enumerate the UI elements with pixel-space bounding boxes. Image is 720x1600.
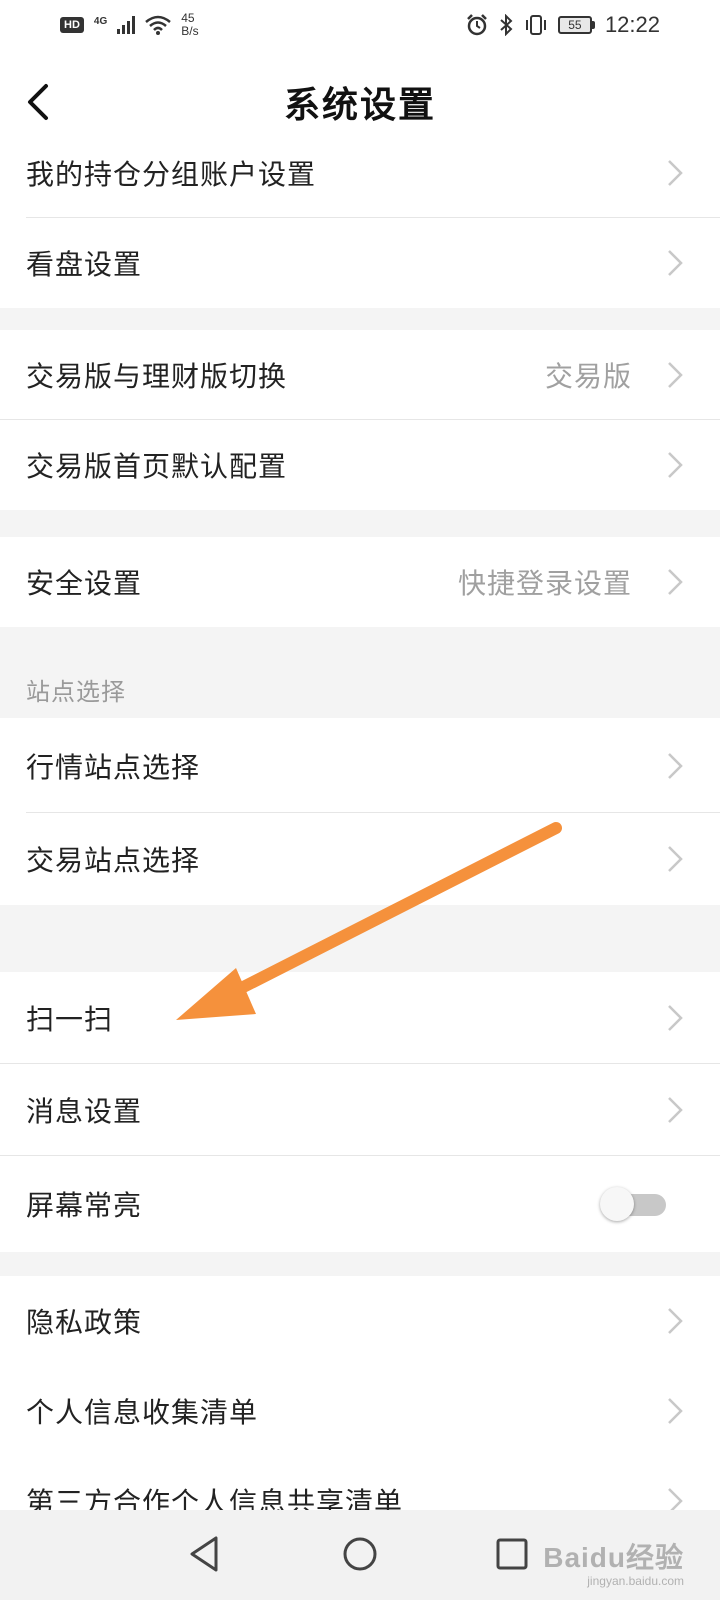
settings-row-keep-screen-on: 屏幕常亮 — [0, 1156, 720, 1252]
chevron-right-icon — [668, 1005, 683, 1031]
watermark-url: jingyan.baidu.com — [587, 1574, 684, 1588]
chevron-right-icon — [668, 752, 683, 779]
network-speed: 45 B/s — [181, 12, 198, 38]
row-value: 快捷登录设置 — [457, 567, 632, 600]
row-label: 个人信息收集清单 — [26, 1396, 259, 1429]
keep-screen-on-toggle[interactable] — [600, 1187, 666, 1221]
row-label: 行情站点选择 — [26, 750, 201, 784]
chevron-right-icon — [668, 362, 683, 388]
row-label: 交易版与理财版切换 — [26, 360, 288, 393]
network-type: 4G — [93, 15, 108, 27]
system-navigation-bar: Baidu经验 jingyan.baidu.com — [0, 1510, 720, 1600]
row-label: 隐私政策 — [26, 1306, 143, 1339]
section-site: 行情站点选择 交易站点选择 — [0, 718, 720, 905]
chevron-right-icon — [668, 846, 683, 872]
chevron-right-icon — [668, 1308, 683, 1334]
row-label: 扫一扫 — [26, 1003, 114, 1036]
status-right: 55 12:22 — [466, 12, 660, 38]
clock: 12:22 — [604, 12, 660, 37]
row-label: 屏幕常亮 — [26, 1189, 143, 1222]
settings-row-privacy-policy[interactable]: 隐私政策 — [0, 1276, 720, 1366]
settings-row-info-collection[interactable]: 个人信息收集清单 — [0, 1366, 720, 1456]
baidu-watermark: Baidu经验 jingyan.baidu.com — [543, 1536, 684, 1588]
chevron-right-icon — [668, 1097, 683, 1123]
settings-row-security[interactable]: 安全设置 快捷登录设置 — [0, 537, 720, 627]
back-triangle-icon[interactable] — [184, 1532, 228, 1576]
section-misc: 扫一扫 消息设置 屏幕常亮 — [0, 972, 720, 1252]
section-header-label: 站点选择 — [26, 678, 126, 706]
chevron-right-icon — [668, 250, 683, 276]
page-title: 系统设置 — [283, 84, 436, 126]
row-label: 交易站点选择 — [26, 844, 201, 877]
settings-row-holdings-group[interactable]: 我的持仓分组账户设置 — [0, 128, 720, 218]
row-label: 消息设置 — [26, 1095, 143, 1128]
status-bar: HD 4G 45 B/s 55 12:22 — [0, 0, 720, 50]
row-label: 我的持仓分组账户设置 — [26, 158, 317, 191]
battery-level: 55 — [557, 16, 592, 34]
settings-row-quote-site[interactable]: 行情站点选择 — [0, 718, 720, 813]
section-trade: 交易版与理财版切换 交易版 交易版首页默认配置 — [0, 330, 720, 510]
chevron-right-icon — [668, 160, 683, 186]
vibrate-icon — [525, 15, 546, 35]
row-label: 看盘设置 — [26, 248, 143, 281]
row-label: 交易版首页默认配置 — [26, 450, 288, 483]
bluetooth-icon — [500, 14, 513, 36]
section-security: 安全设置 快捷登录设置 — [0, 537, 720, 627]
battery-icon: 55 — [557, 16, 595, 34]
alarm-icon — [467, 14, 487, 36]
chevron-right-icon — [668, 452, 683, 478]
section-header-site: 站点选择 — [0, 630, 720, 718]
hd-badge: HD — [60, 17, 84, 33]
section-account: 我的持仓分组账户设置 看盘设置 — [0, 128, 720, 308]
signal-icon — [117, 16, 136, 34]
wifi-icon — [145, 15, 172, 35]
status-left: HD 4G 45 B/s — [60, 12, 199, 38]
settings-row-home-config[interactable]: 交易版首页默认配置 — [0, 420, 720, 510]
settings-row-quote-display[interactable]: 看盘设置 — [0, 218, 720, 308]
home-circle-icon[interactable] — [338, 1532, 382, 1576]
section-privacy: 隐私政策 个人信息收集清单 第三方合作个人信息共享清单 — [0, 1276, 720, 1546]
watermark-brand: Baidu经验 — [543, 1542, 684, 1573]
settings-row-scan[interactable]: 扫一扫 — [0, 972, 720, 1064]
settings-row-messages[interactable]: 消息设置 — [0, 1064, 720, 1156]
chevron-right-icon — [668, 1398, 683, 1424]
recents-square-icon[interactable] — [490, 1532, 534, 1576]
speed-unit: B/s — [181, 24, 199, 38]
row-value: 交易版 — [544, 360, 632, 393]
row-label: 安全设置 — [26, 567, 143, 600]
chevron-right-icon — [668, 569, 683, 595]
settings-row-trade-site[interactable]: 交易站点选择 — [0, 813, 720, 905]
settings-row-version-switch[interactable]: 交易版与理财版切换 交易版 — [0, 330, 720, 420]
